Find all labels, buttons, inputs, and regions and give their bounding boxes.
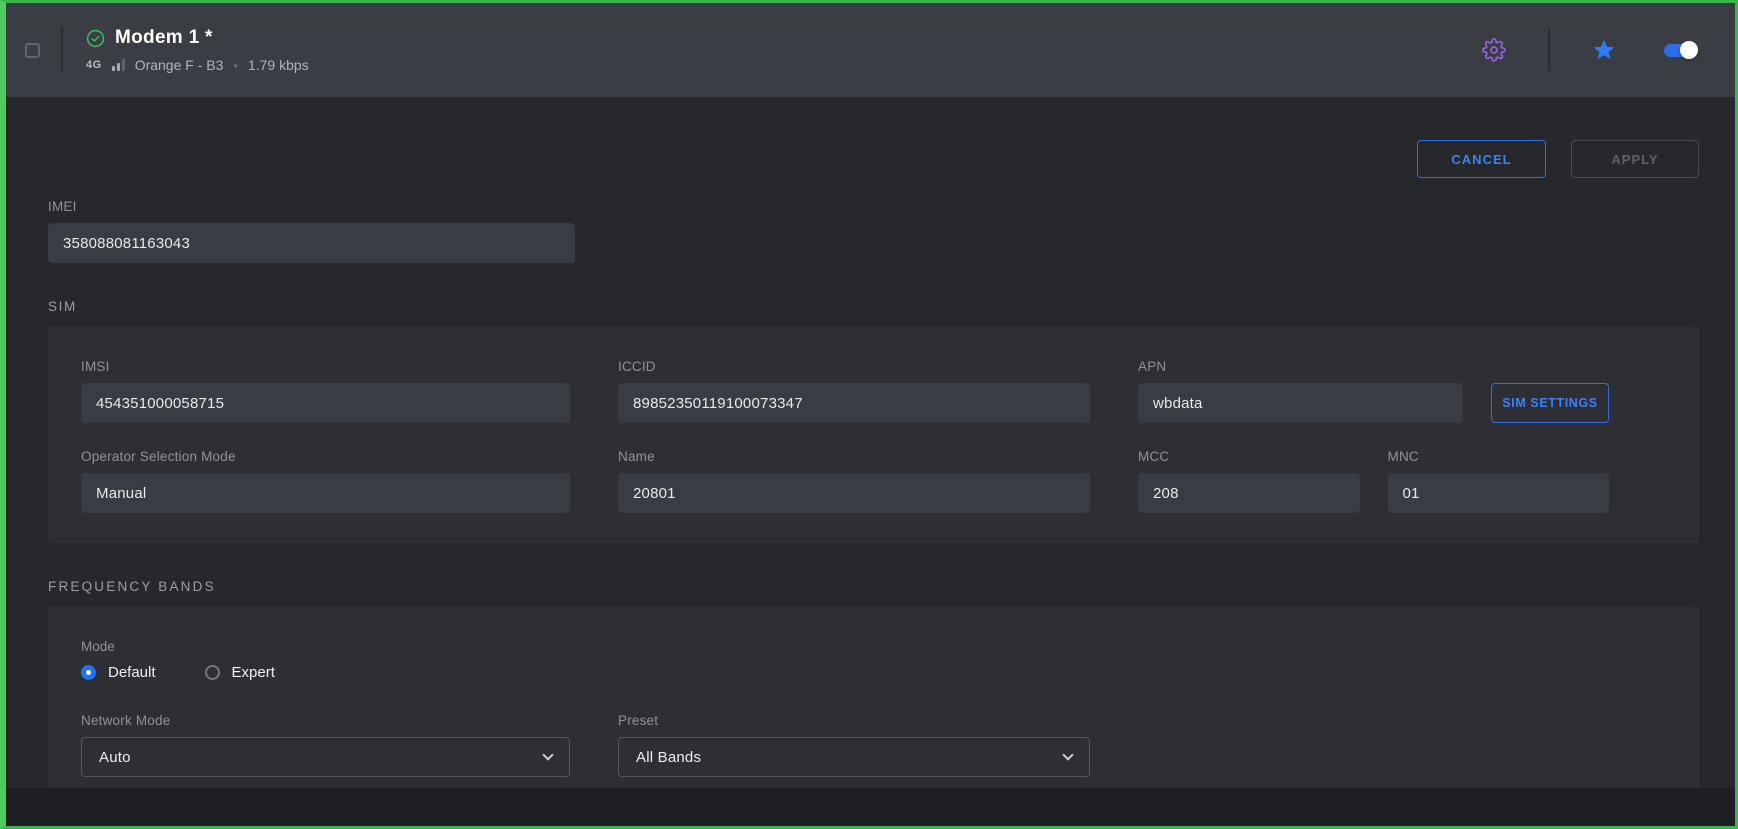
mnc-field: MNC [1388,449,1610,513]
modem-enabled-toggle[interactable] [1664,44,1695,57]
network-mode-field: Network Mode Auto [81,713,570,777]
mode-radio-default-label: Default [108,664,156,681]
chevron-down-icon [542,749,553,760]
imei-field: IMEI [48,199,575,263]
preset-value: All Bands [636,749,701,766]
radio-selected-icon [81,665,96,680]
network-mode-dropdown[interactable]: Auto [81,737,570,777]
operator-selection-mode-input[interactable] [81,473,570,513]
name-field: Name [618,449,1090,513]
mode-label: Mode [81,639,1609,654]
name-input[interactable] [618,473,1090,513]
operator-selection-mode-field: Operator Selection Mode [81,449,570,513]
header-actions [1482,29,1701,71]
network-mode-label: Network Mode [81,713,570,728]
sim-section-label: SIM [48,299,1699,314]
preset-label: Preset [618,713,1090,728]
cancel-button[interactable]: CANCEL [1417,140,1546,178]
chevron-down-icon [1062,749,1073,760]
apn-input[interactable] [1138,383,1463,423]
modem-title-block: Modem 1 * 4G Orange F - B3 • 1.79 kbps [86,27,309,73]
sim-settings-button[interactable]: SIM SETTINGS [1491,383,1609,423]
header-divider [1548,29,1550,71]
iccid-input[interactable] [618,383,1090,423]
modem-title: Modem 1 * [115,27,213,49]
preset-field: Preset All Bands [618,713,1090,777]
mnc-input[interactable] [1388,473,1610,513]
operator-selection-mode-label: Operator Selection Mode [81,449,570,464]
sim-panel: IMSI ICCID APN SIM SETTINGS Operator Sel… [48,326,1699,543]
imsi-label: IMSI [81,359,570,374]
imei-label: IMEI [48,199,575,214]
apply-button[interactable]: APPLY [1571,140,1699,178]
iccid-label: ICCID [618,359,1090,374]
separator-dot: • [233,58,238,73]
mode-radio-default[interactable]: Default [81,664,156,681]
signal-bars-icon [112,59,125,71]
apn-field: APN [1138,359,1463,423]
status-check-circle-icon [86,29,105,48]
network-type-badge: 4G [86,59,102,71]
name-label: Name [618,449,1090,464]
iccid-field: ICCID [618,359,1090,423]
radio-unselected-icon [205,665,220,680]
preset-dropdown[interactable]: All Bands [618,737,1090,777]
toggle-knob [1680,41,1698,59]
mcc-input[interactable] [1138,473,1360,513]
modem-config-page: Modem 1 * 4G Orange F - B3 • 1.79 kbps [0,0,1738,829]
network-mode-value: Auto [99,749,131,766]
imei-input[interactable] [48,223,575,263]
select-modem-checkbox[interactable] [25,43,40,58]
form-actions: CANCEL APPLY [48,140,1699,178]
mnc-label: MNC [1388,449,1610,464]
data-rate: 1.79 kbps [248,57,309,73]
header-divider [61,28,63,72]
mode-radio-expert-label: Expert [232,664,275,681]
apn-label: APN [1138,359,1463,374]
mode-radio-expert[interactable]: Expert [205,664,275,681]
modem-header: Modem 1 * 4G Orange F - B3 • 1.79 kbps [6,3,1735,97]
operator-name: Orange F - B3 [135,57,224,73]
star-icon[interactable] [1592,38,1616,62]
modem-settings-form: CANCEL APPLY IMEI SIM IMSI ICCID APN [6,140,1735,807]
imsi-input[interactable] [81,383,570,423]
mode-group: Mode Default Expert [81,639,1609,681]
frequency-bands-section-label: FREQUENCY BANDS [48,579,1699,594]
bottom-strip [6,788,1735,826]
frequency-bands-panel: Mode Default Expert Network Mode [48,606,1699,807]
mcc-label: MCC [1138,449,1360,464]
mcc-field: MCC [1138,449,1360,513]
gear-icon[interactable] [1482,38,1506,62]
imsi-field: IMSI [81,359,570,423]
